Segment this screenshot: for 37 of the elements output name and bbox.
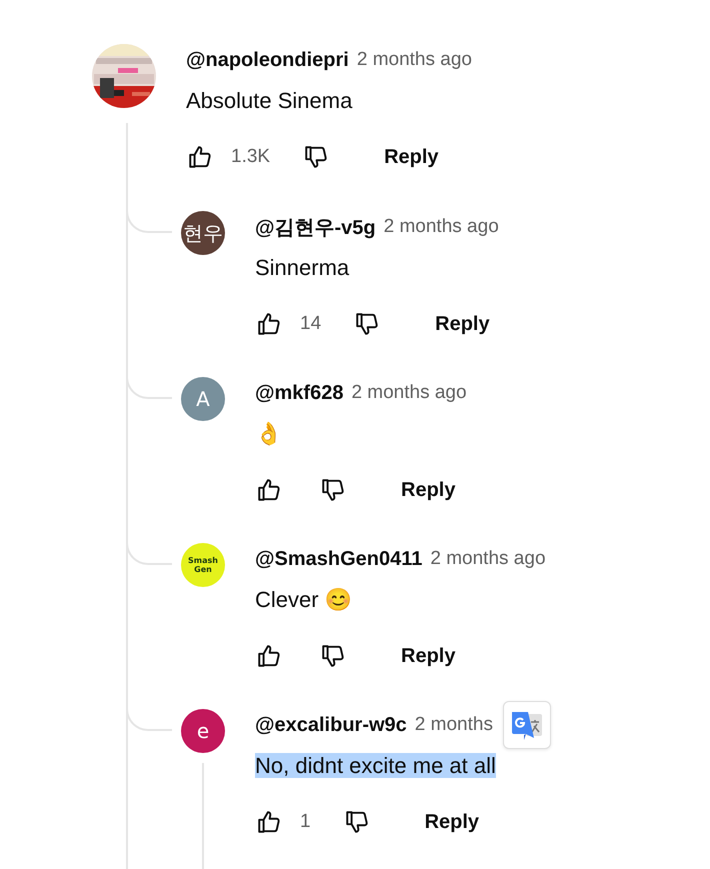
timestamp[interactable]: 2 months ago — [356, 49, 472, 71]
thumbs-down-icon — [320, 477, 346, 503]
thumbs-down-icon — [344, 809, 370, 835]
thumbs-down-icon — [320, 643, 346, 669]
author-name[interactable]: @excalibur-w9c — [255, 714, 407, 736]
thumbs-up-icon — [256, 477, 282, 503]
like-count: 1.3K — [231, 146, 270, 168]
timestamp[interactable]: 2 months ago — [430, 548, 546, 570]
reply-button[interactable]: Reply — [393, 638, 464, 674]
author-name[interactable]: @mkf628 — [255, 382, 344, 404]
author-name[interactable]: @김현우-v5g — [255, 214, 376, 240]
avatar[interactable]: Smash Gen — [181, 543, 225, 587]
comment-text: Sinnerma — [255, 255, 350, 280]
author-name[interactable]: @napoleondiepri — [186, 48, 349, 72]
like-count: 1 — [300, 811, 311, 833]
reply-button[interactable]: Reply — [416, 804, 488, 840]
comment-text: Absolute Sinema — [186, 88, 352, 113]
author-name[interactable]: @SmashGen0411 — [255, 548, 422, 570]
avatar[interactable]: e — [181, 709, 225, 753]
thumbs-up-icon — [256, 643, 282, 669]
thumbs-down-icon — [303, 144, 330, 170]
comment-text: Clever 😊 — [255, 587, 352, 612]
comment-text: 👌 — [255, 421, 282, 446]
translate-button[interactable] — [502, 701, 551, 749]
thumbs-down-icon — [354, 311, 380, 337]
comment-text: No, didnt excite me at all — [255, 753, 496, 778]
timestamp[interactable]: 2 months — [414, 714, 493, 736]
reply-button[interactable]: Reply — [376, 140, 447, 174]
thumbs-up-icon — [256, 311, 282, 337]
timestamp[interactable]: 2 months ago — [351, 382, 467, 404]
avatar[interactable]: 현우 — [181, 211, 225, 255]
timestamp[interactable]: 2 months ago — [384, 216, 499, 238]
thumbs-up-icon — [256, 809, 282, 835]
reply-button[interactable]: Reply — [427, 306, 498, 342]
reply-button[interactable]: Reply — [393, 472, 464, 508]
like-count: 14 — [300, 313, 322, 335]
thumbs-up-icon — [187, 144, 213, 170]
